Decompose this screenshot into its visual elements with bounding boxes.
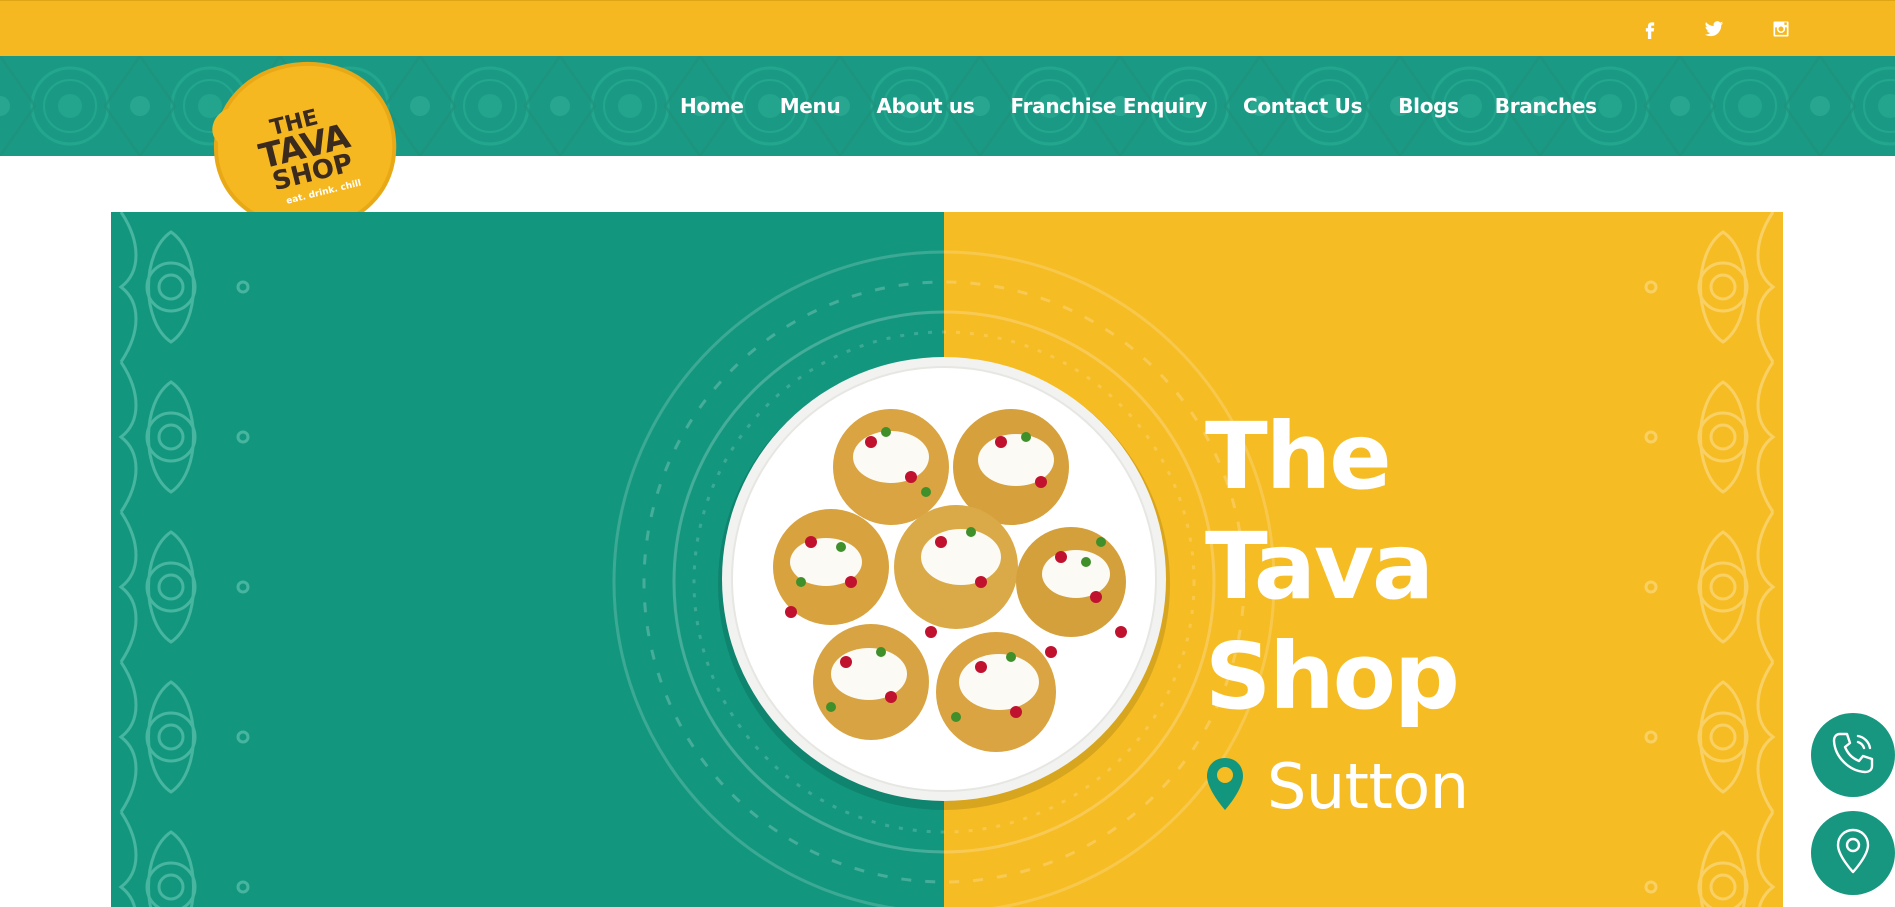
hero-title-line: Tava <box>1205 513 1434 620</box>
facebook-icon[interactable] <box>1636 15 1664 43</box>
hero-title-line: The <box>1205 403 1392 510</box>
hero-title-line: Shop <box>1205 623 1460 730</box>
nav-home[interactable]: Home <box>680 94 744 118</box>
nav-branches[interactable]: Branches <box>1495 94 1597 118</box>
call-button[interactable] <box>1811 713 1895 797</box>
instagram-icon[interactable] <box>1767 15 1795 43</box>
nav-franchise-enquiry[interactable]: Franchise Enquiry <box>1010 94 1207 118</box>
hero-decoration <box>111 212 1783 907</box>
location-icon <box>1826 824 1880 883</box>
nav-menu[interactable]: Menu <box>780 94 841 118</box>
hero-location: Sutton <box>1205 750 1469 823</box>
hero-banner: The Tava Shop Sutton <box>111 212 1783 907</box>
nav-about-us[interactable]: About us <box>876 94 974 118</box>
site-logo[interactable]: THE TAVA SHOP eat. drink. chill <box>208 58 398 233</box>
twitter-icon[interactable] <box>1700 15 1728 43</box>
hero-location-text: Sutton <box>1267 750 1469 823</box>
top-bar <box>0 0 1895 56</box>
directions-button[interactable] <box>1811 811 1895 895</box>
nav-contact-us[interactable]: Contact Us <box>1243 94 1363 118</box>
nav-blogs[interactable]: Blogs <box>1398 94 1459 118</box>
phone-icon <box>1826 726 1880 785</box>
map-pin-icon <box>1205 756 1245 817</box>
hero-title: The Tava Shop <box>1205 402 1460 732</box>
food-plate-image <box>718 357 1170 810</box>
primary-nav: Home Menu About us Franchise Enquiry Con… <box>680 56 1597 156</box>
